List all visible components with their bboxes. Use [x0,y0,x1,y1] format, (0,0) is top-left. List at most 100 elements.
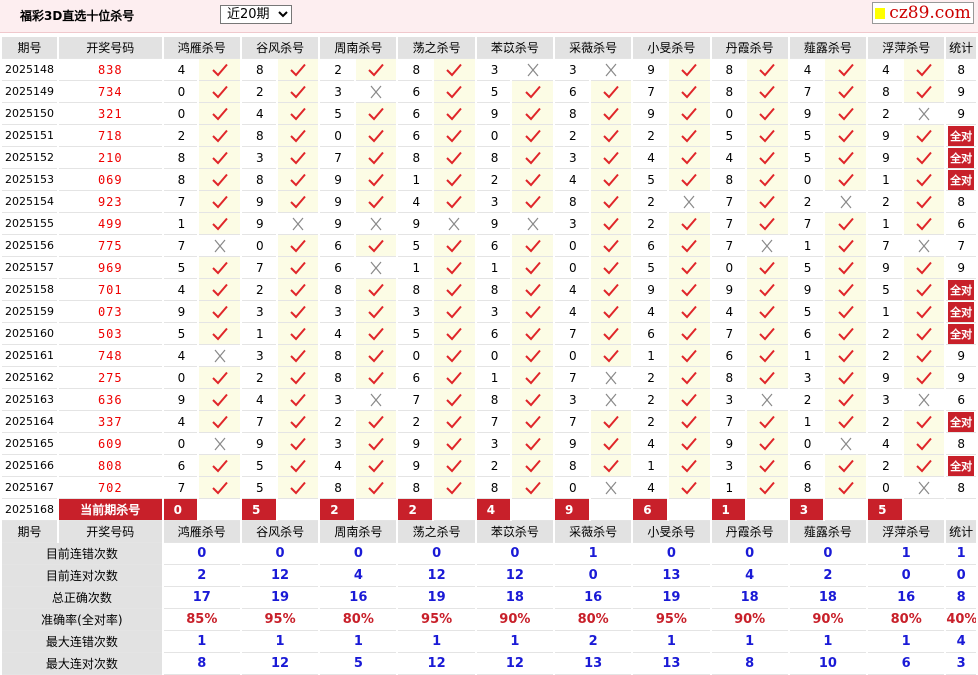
all-correct-badge: 全对 [948,411,975,432]
correct-mark-cell [434,301,475,323]
correct-mark-cell [747,169,788,191]
kill-number-cell: 0 [789,433,824,455]
correct-mark-cell [668,147,710,169]
table-row: 2025156 775 7 0 6 5 6 0 6 7 1 7 7 [2,235,976,257]
correct-mark-cell [590,191,632,213]
kill-number-cell: 8 [320,345,354,367]
correct-mark-cell [355,323,397,345]
kill-number-cell: 8 [711,169,746,191]
draw-number-cell: 702 [58,477,162,499]
check-icon [445,195,463,209]
correct-mark-cell [355,455,397,477]
kill-number-cell: 6 [320,235,354,257]
check-icon [915,283,933,297]
check-icon [367,195,385,209]
check-icon [367,129,385,143]
check-icon [680,85,698,99]
cross-icon [915,239,933,253]
correct-mark-cell [277,147,319,169]
table-row: 2025165 609 0 9 3 9 3 9 4 9 0 4 8 [2,433,976,455]
period-select[interactable]: 近20期 [220,5,292,24]
check-icon [915,459,933,473]
check-icon [758,151,776,165]
stat-count-cell: 全对 [946,125,976,147]
cross-icon [837,195,855,209]
correct-mark-cell [355,235,397,257]
cross-icon [680,195,698,209]
correct-mark-cell [277,389,319,411]
stats-value: 13 [555,653,632,675]
check-icon [680,129,698,143]
period-cell: 2025155 [2,213,57,235]
stats-value: 1 [711,631,788,653]
table-row: 2025164 337 4 7 2 2 7 7 2 7 1 2 全对 [2,411,976,433]
correct-mark-cell [903,323,945,345]
kill-number-cell: 2 [633,389,667,411]
correct-mark-cell [512,477,553,499]
period-cell: 2025150 [2,103,57,125]
check-icon [602,305,620,319]
kill-number-cell: 5 [163,323,198,345]
kill-number-cell: 4 [163,345,198,367]
draw-number-cell: 636 [58,389,162,411]
correct-mark-cell [434,147,475,169]
kill-number-cell: 6 [398,81,433,103]
check-icon [289,415,307,429]
wrong-mark-cell [355,257,397,279]
check-icon [602,107,620,121]
stats-value: 3 [946,653,976,675]
correct-mark-cell [199,411,240,433]
check-icon [211,173,229,187]
correct-mark-cell [512,169,553,191]
correct-mark-cell [668,169,710,191]
kill-number-cell: 2 [555,125,589,147]
stats-value: 12 [241,653,319,675]
wrong-mark-cell [199,433,240,455]
stats-value: 18 [476,587,553,609]
all-correct-badge: 全对 [948,279,975,300]
wrong-mark-cell [512,59,553,81]
correct-mark-cell [277,191,319,213]
correct-mark-cell [355,103,397,125]
cross-icon [524,63,542,77]
cross-icon [915,393,933,407]
check-icon [445,415,463,429]
kill-number-cell: 9 [868,257,902,279]
kill-number-cell: 1 [789,235,824,257]
correct-mark-cell [355,345,397,367]
stats-label: 目前连错次数 [2,543,162,565]
wrong-mark-cell [434,213,475,235]
check-icon [680,415,698,429]
site-logo[interactable]: cz89.com [872,2,974,24]
empty-cell [199,499,240,521]
correct-mark-cell [512,191,553,213]
column-header: 荡之杀号 [398,521,475,543]
period-cell: 2025162 [2,367,57,389]
wrong-mark-cell [590,389,632,411]
kill-number-cell: 3 [711,455,746,477]
kill-number-cell: 9 [711,279,746,301]
check-icon [445,173,463,187]
kill-number-cell: 5 [241,477,276,499]
kill-number-cell: 3 [241,147,276,169]
cross-icon [211,239,229,253]
kill-number-cell: 2 [476,169,511,191]
correct-mark-cell [903,433,945,455]
table-row: 2025159 073 9 3 3 3 3 4 4 4 5 1 全对 [2,301,976,323]
check-icon [602,217,620,231]
check-icon [367,371,385,385]
check-icon [289,195,307,209]
check-icon [524,283,542,297]
kill-number-cell: 1 [868,169,902,191]
stats-value: 90% [476,609,553,631]
wrong-mark-cell [903,103,945,125]
correct-mark-cell [590,345,632,367]
period-cell: 2025158 [2,279,57,301]
kill-number-cell: 8 [398,147,433,169]
stats-value: 13 [633,565,710,587]
kill-number-cell: 6 [398,125,433,147]
stats-value: 16 [555,587,632,609]
kill-number-cell: 1 [633,345,667,367]
check-icon [837,107,855,121]
check-icon [445,85,463,99]
